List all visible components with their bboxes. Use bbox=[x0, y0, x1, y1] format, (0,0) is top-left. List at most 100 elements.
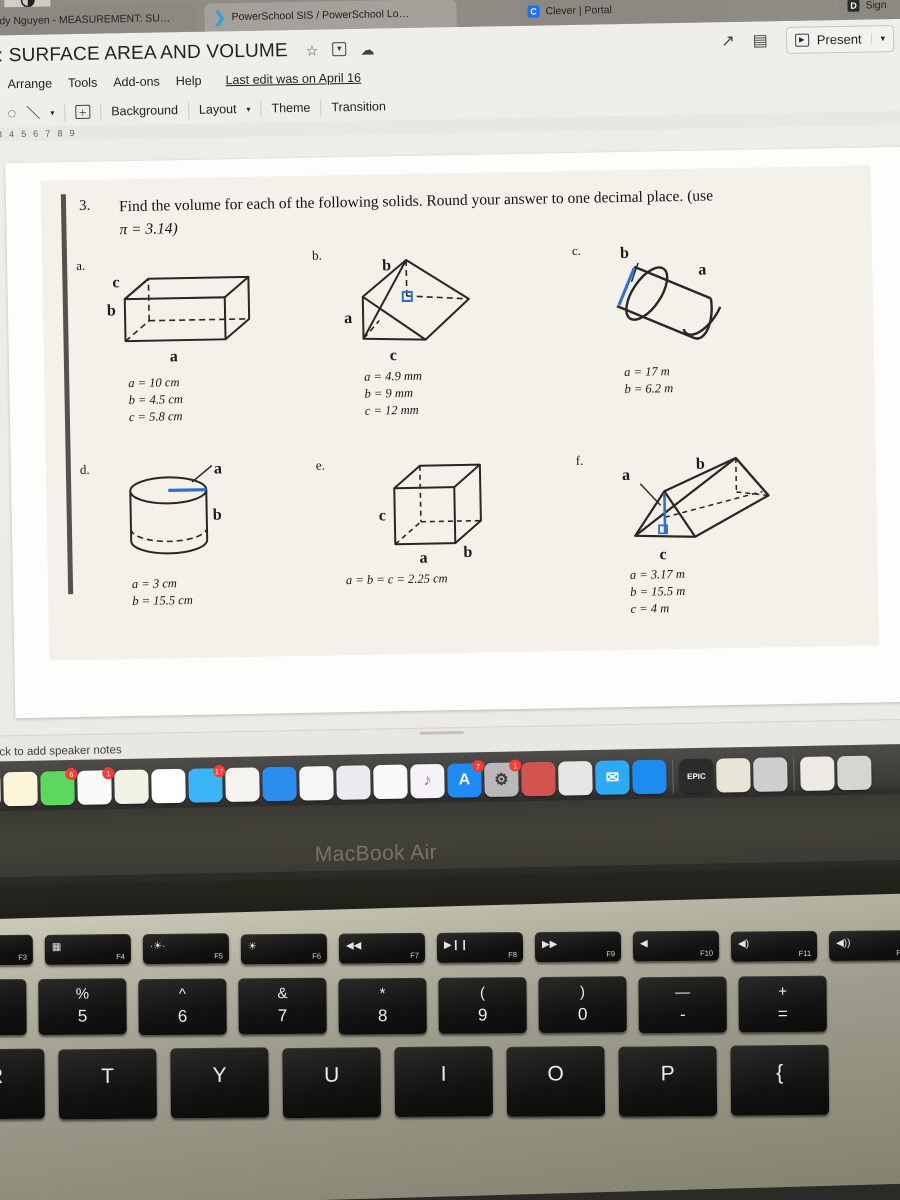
menu-item-arrange[interactable]: Arrange bbox=[7, 76, 52, 91]
menu-item-addons[interactable]: Add-ons bbox=[113, 74, 160, 89]
cloud-status-icon[interactable]: ☁ bbox=[360, 41, 374, 58]
value-a: a = 10 cm bbox=[128, 375, 180, 391]
key-o[interactable]: O bbox=[506, 1046, 606, 1117]
tilted-triangular-prism-figure: a b c bbox=[618, 451, 795, 564]
system-preferences-icon[interactable]: ⚙ 1 bbox=[484, 759, 522, 798]
key-0[interactable]: ) 0 bbox=[538, 976, 627, 1034]
present-dropdown-caret[interactable]: ▾ bbox=[871, 32, 886, 44]
f12-key[interactable]: ◀)) F12 bbox=[828, 929, 900, 961]
messages-icon[interactable]: 6 bbox=[40, 767, 78, 806]
notes-resize-handle[interactable] bbox=[419, 731, 464, 735]
f6-key[interactable]: ☀ F6 bbox=[240, 933, 328, 965]
photo-booth-icon[interactable] bbox=[521, 761, 556, 797]
value-a: a = 17 m bbox=[624, 364, 670, 380]
document-title[interactable]: ENT: SURFACE AREA AND VOLUME bbox=[0, 40, 288, 68]
calendar-icon[interactable]: 12 bbox=[0, 772, 1, 807]
key-u[interactable]: U bbox=[282, 1047, 381, 1118]
key-p-glyph: P bbox=[660, 1061, 675, 1085]
photos-icon[interactable] bbox=[151, 768, 186, 804]
utilities-folder-icon[interactable] bbox=[753, 757, 788, 792]
value-c: c = 4 m bbox=[630, 600, 670, 616]
problem-label: c. bbox=[571, 242, 582, 258]
background-button[interactable]: Background bbox=[111, 103, 178, 118]
tilted-cylinder-figure: b a bbox=[598, 241, 775, 354]
toolbar-divider-3 bbox=[187, 101, 190, 119]
line-icon[interactable]: ＼ bbox=[26, 103, 40, 123]
f8-key[interactable]: ▶❙❙ F8 bbox=[436, 932, 524, 963]
key-r[interactable]: R bbox=[0, 1048, 45, 1120]
trash-icon[interactable] bbox=[837, 755, 872, 791]
key-7[interactable]: & 7 bbox=[238, 977, 327, 1035]
key-6[interactable]: ^ 6 bbox=[138, 978, 227, 1036]
text-box-icon[interactable]: ＋ bbox=[75, 104, 91, 120]
last-edit-label[interactable]: Last edit was on April 16 bbox=[225, 71, 361, 87]
key-5[interactable]: % 5 bbox=[38, 978, 127, 1036]
slide-canvas[interactable]: 3. Find the volume for each of the follo… bbox=[5, 146, 900, 719]
layout-dropdown-caret[interactable]: ▾ bbox=[246, 104, 250, 113]
key-8[interactable]: * 8 bbox=[338, 977, 427, 1035]
cube-figure: c a b bbox=[376, 455, 553, 568]
key-bracket[interactable]: { bbox=[730, 1044, 830, 1116]
problem-values: a = 4.9 mm b = 9 mm c = 12 mm bbox=[364, 368, 423, 420]
menu-item-tools[interactable]: Tools bbox=[68, 76, 97, 91]
downloads-stack-icon[interactable] bbox=[800, 756, 835, 791]
app-store-icon[interactable]: A7 bbox=[447, 760, 485, 798]
f3-key-fn-label: F3 bbox=[18, 952, 27, 962]
present-button[interactable]: ▶ Present ▾ bbox=[785, 24, 895, 54]
f3-key[interactable]: ▫▫F3 bbox=[0, 934, 34, 966]
f11-key[interactable]: ◀) F11 bbox=[730, 930, 818, 962]
menu-item-help[interactable]: Help bbox=[176, 74, 202, 88]
svg-text:b: b bbox=[107, 302, 116, 319]
key-p[interactable]: P bbox=[618, 1045, 718, 1117]
shape-icon[interactable]: ◌ bbox=[7, 105, 16, 122]
f5-key[interactable]: ·☀· F5 bbox=[142, 933, 230, 965]
epic-games-icon[interactable]: EPIC bbox=[679, 758, 714, 794]
dock-separator bbox=[793, 757, 795, 792]
line-dropdown-caret[interactable]: ▾ bbox=[50, 108, 54, 117]
key-equals[interactable]: + = bbox=[738, 975, 827, 1033]
f4-key[interactable]: ▦ F4 bbox=[44, 934, 132, 966]
f7-key-fn-label: F7 bbox=[410, 950, 420, 960]
problem-label: f. bbox=[575, 452, 584, 468]
key-4[interactable]: $4 bbox=[0, 979, 27, 1036]
key-5-glyph: 5 bbox=[77, 1006, 88, 1027]
preview-icon[interactable] bbox=[716, 757, 751, 793]
roblox-icon[interactable] bbox=[558, 760, 593, 796]
theme-button[interactable]: Theme bbox=[271, 101, 310, 116]
itunes-icon[interactable]: ♪ bbox=[410, 763, 445, 799]
zoom-icon[interactable] bbox=[632, 759, 667, 795]
transition-button[interactable]: Transition bbox=[331, 99, 386, 114]
reminders-icon[interactable]: 1 bbox=[77, 767, 115, 805]
key-i[interactable]: I bbox=[394, 1046, 494, 1118]
key-t[interactable]: T bbox=[58, 1048, 157, 1119]
svg-text:a: a bbox=[214, 460, 222, 477]
star-icon[interactable]: ☆ bbox=[306, 42, 319, 59]
numbers-icon[interactable] bbox=[299, 765, 334, 801]
key-9[interactable]: (9 bbox=[438, 977, 527, 1034]
f10-key[interactable]: ◀ F10 bbox=[632, 930, 720, 962]
move-to-folder-icon[interactable]: ▾ bbox=[332, 41, 347, 56]
f11-key-fn-label: F11 bbox=[798, 948, 812, 958]
ruler-marks: 1 2 3 4 5 6 7 8 9 bbox=[0, 127, 77, 140]
f7-key[interactable]: ◀◀ F7 bbox=[338, 932, 426, 964]
safari-icon[interactable] bbox=[262, 766, 297, 802]
news-icon[interactable] bbox=[225, 767, 260, 803]
problem-label: a. bbox=[76, 257, 86, 274]
notification-badge: 1 bbox=[509, 759, 522, 772]
mail-icon[interactable]: ✉ bbox=[595, 760, 630, 795]
activity-dashboard-icon[interactable]: ↗ bbox=[721, 31, 735, 51]
laptop-photo: docs.google.com ▮ Cindy Nguyen - MEASURE… bbox=[0, 0, 900, 1200]
toolbar-divider-4 bbox=[260, 100, 262, 118]
keynote-icon[interactable] bbox=[336, 765, 371, 800]
comments-icon[interactable]: ▤ bbox=[752, 30, 768, 50]
maps-icon[interactable] bbox=[114, 769, 149, 805]
f9-key[interactable]: ▶▶ F9 bbox=[534, 931, 622, 963]
key-y[interactable]: Y bbox=[170, 1047, 269, 1119]
do-not-disturb-icon[interactable] bbox=[373, 764, 408, 800]
layout-button[interactable]: Layout bbox=[199, 102, 237, 117]
notes-icon[interactable] bbox=[3, 771, 38, 807]
key-minus[interactable]: — - bbox=[638, 976, 727, 1034]
tab-docusign[interactable]: D Sign bbox=[838, 0, 900, 21]
key-7-shift-glyph: & bbox=[277, 985, 288, 1003]
facetime-icon[interactable]: 17 bbox=[188, 765, 226, 803]
